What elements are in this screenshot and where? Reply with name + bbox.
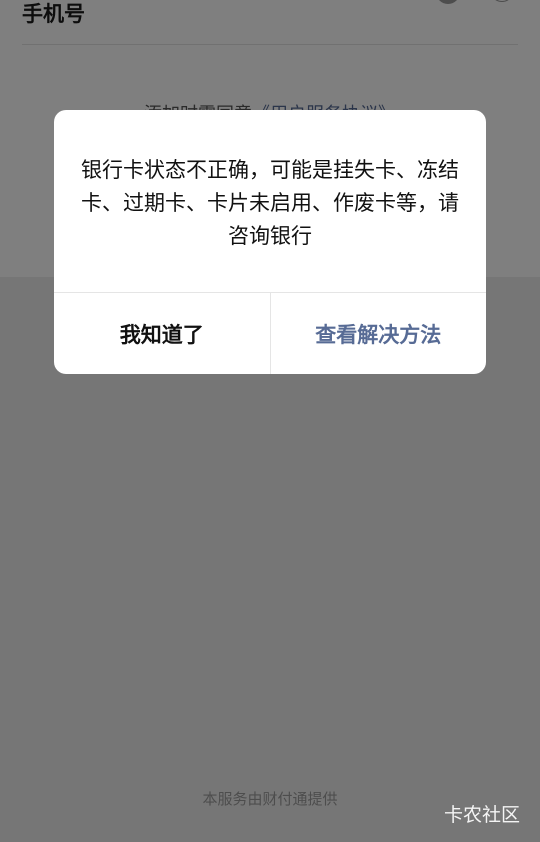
- error-dialog: 银行卡状态不正确，可能是挂失卡、冻结卡、过期卡、卡片未启用、作废卡等，请咨询银行…: [54, 110, 486, 374]
- dialog-message: 银行卡状态不正确，可能是挂失卡、冻结卡、过期卡、卡片未启用、作废卡等，请咨询银行: [81, 158, 459, 248]
- watermark: 卡农社区: [443, 804, 520, 826]
- confirm-button[interactable]: 我知道了: [54, 293, 271, 374]
- view-solution-button[interactable]: 查看解决方法: [271, 293, 487, 374]
- dialog-actions: 我知道了 查看解决方法: [54, 292, 486, 374]
